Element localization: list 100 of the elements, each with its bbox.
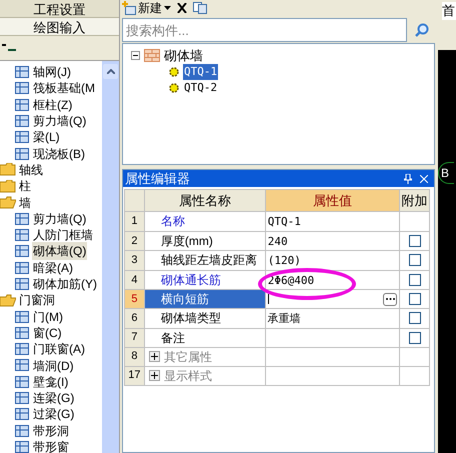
row-number: 8 (124, 347, 144, 366)
property-name: 砌体墙类型 (160, 311, 221, 326)
checkbox[interactable] (408, 293, 421, 305)
scrollbar[interactable] (102, 61, 119, 453)
pin-icon[interactable] (404, 174, 412, 184)
property-name: 轴线距左墙皮距离 (160, 253, 257, 268)
expander-toggle[interactable] (131, 51, 140, 60)
minus-icon (133, 55, 138, 56)
tree-item[interactable]: 门(M) (32, 308, 64, 326)
plus-icon (150, 353, 158, 360)
checkbox[interactable] (408, 312, 421, 324)
nav-button[interactable]: 工程设置 (0, 0, 119, 18)
component-icon (14, 146, 30, 161)
tree-item[interactable]: 带形窗 (32, 438, 70, 453)
row-number: 5 (124, 290, 144, 308)
up-caret-icon (106, 69, 114, 74)
tree-item[interactable]: 砌体加筋(Y) (32, 275, 98, 294)
row-number: 17 (124, 366, 144, 385)
property-value[interactable]: 240 (268, 234, 288, 248)
row-number: 1 (124, 212, 144, 231)
tree-item[interactable]: 轴网(J) (32, 63, 72, 82)
tree-item[interactable]: 门联窗(A) (32, 340, 86, 358)
component-icon (14, 81, 30, 96)
property-value[interactable]: 承重墙 (268, 312, 301, 325)
tree-item[interactable]: 筏板基础(M (32, 79, 96, 98)
delete-icon[interactable] (177, 3, 187, 13)
row-number: 2 (124, 231, 144, 250)
tree-item[interactable]: 现浇板(B) (32, 144, 86, 163)
brick-wall-icon (144, 49, 160, 62)
group-label: 显示样式 (164, 368, 212, 384)
component-icon (14, 114, 30, 128)
panel-title: 属性编辑器 (125, 170, 190, 188)
component-icon (14, 65, 30, 80)
tree-item[interactable]: 壁龛(I) (32, 372, 70, 391)
component-icon (14, 391, 30, 406)
component-icon (14, 342, 30, 356)
component-icon (14, 440, 30, 453)
component-icon (14, 98, 30, 112)
tree-item[interactable]: 剪力墙(Q) (32, 210, 88, 228)
column-header: 附加 (400, 190, 430, 212)
component-icon (14, 277, 30, 291)
search-field[interactable]: 搜索构件... (122, 18, 407, 42)
scroll-up-button[interactable] (103, 64, 118, 79)
folder-label[interactable]: 门窗洞 (18, 291, 56, 310)
component-icon (14, 326, 30, 340)
property-value[interactable]: (120) (268, 254, 301, 267)
row-number: 4 (124, 270, 144, 290)
tree-item[interactable]: 墙洞(D) (32, 356, 75, 374)
checkbox[interactable] (408, 332, 421, 344)
folder-label[interactable]: 轴线 (18, 160, 44, 179)
tree-group-label[interactable]: 砌体墙 (164, 46, 203, 66)
column-header: 属性值 (265, 190, 400, 212)
tree-item[interactable]: 人防门框墙 (32, 226, 94, 244)
property-value[interactable]: QTQ-1 (268, 215, 301, 228)
tree-item[interactable]: 暗梁(A) (32, 258, 74, 277)
component-icon (14, 374, 30, 389)
column-header: 属性名称 (144, 190, 266, 212)
checkbox[interactable] (408, 274, 421, 286)
folder-label[interactable]: 墙 (18, 194, 32, 212)
tree-item[interactable]: 窗(C) (32, 324, 63, 342)
property-name: 名称 (160, 214, 185, 228)
tree-item[interactable]: 过梁(G) (32, 405, 76, 424)
close-icon[interactable] (420, 174, 428, 182)
row-number: 7 (124, 328, 144, 347)
checkbox[interactable] (408, 234, 421, 247)
more-button[interactable] (383, 292, 398, 306)
component-icon (14, 407, 30, 422)
tree-item[interactable]: 砌体墙(Q) (32, 242, 88, 260)
tree-item[interactable]: 连梁(G) (32, 389, 76, 408)
component-icon (14, 358, 30, 372)
tree-item[interactable]: QTQ-1 (183, 64, 218, 80)
tree-item[interactable]: QTQ-2 (183, 80, 218, 96)
component-icon (14, 310, 30, 324)
collapse-icon[interactable] (2, 44, 16, 52)
new-button[interactable]: 新建 (122, 0, 171, 17)
tree-item[interactable]: 框柱(Z) (32, 96, 74, 114)
tree-item[interactable]: 带形洞 (32, 422, 70, 440)
copy-icon[interactable] (193, 2, 207, 14)
property-name: 厚度(mm) (160, 234, 213, 248)
property-name: 砌体通长筋 (160, 272, 221, 287)
folder-label[interactable]: 柱 (18, 177, 32, 196)
expander-toggle[interactable] (148, 370, 160, 381)
tree-item[interactable]: 梁(L) (32, 128, 61, 146)
dropdown-caret-icon (164, 6, 171, 10)
component-icon (14, 212, 30, 226)
component-icon (14, 130, 30, 144)
expander-toggle[interactable] (148, 351, 160, 362)
property-name: 备注 (160, 330, 185, 344)
row-number: 3 (124, 250, 144, 270)
new-item-icon (122, 1, 136, 15)
tab-label[interactable]: 首 (442, 2, 456, 20)
group-label: 其它属性 (164, 348, 212, 366)
component-icon (14, 228, 30, 242)
nav-button[interactable]: 绘图输入 (0, 18, 119, 36)
component-icon (14, 260, 30, 275)
row-number: 6 (124, 308, 144, 328)
tree-item[interactable]: 剪力墙(Q) (32, 112, 88, 130)
component-icon (14, 424, 30, 438)
plus-icon (150, 372, 158, 379)
checkbox[interactable] (408, 254, 421, 266)
